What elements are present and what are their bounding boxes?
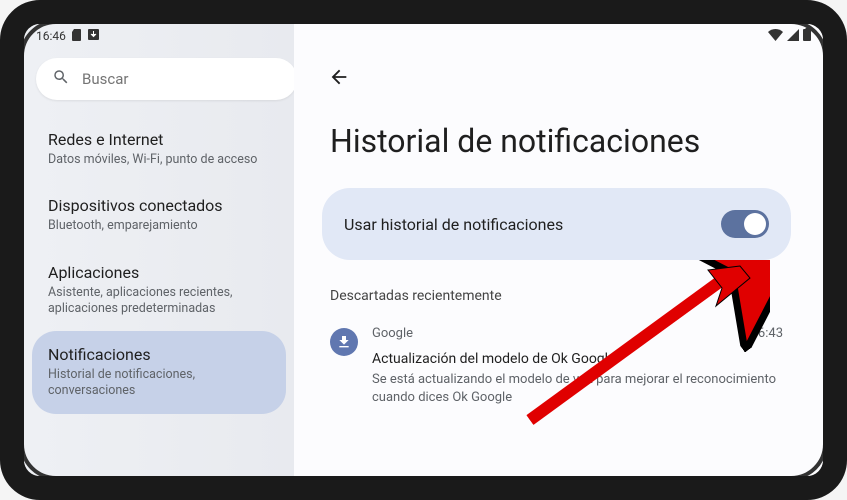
sidebar-item-label: Aplicaciones [48,263,270,282]
sidebar-item-devices[interactable]: Dispositivos conectados Bluetooth, empar… [32,182,286,248]
search-input[interactable] [82,70,281,88]
wifi-icon [768,29,783,44]
history-toggle-switch[interactable] [721,210,769,238]
notification-time: 16:43 [751,326,783,341]
signal-icon [787,29,799,44]
notification-app: Google [372,326,413,341]
sidebar-item-network[interactable]: Redes e Internet Datos móviles, Wi-Fi, p… [32,116,286,182]
sidebar-item-notifications[interactable]: Notificaciones Historial de notificacion… [32,331,286,414]
sidebar-item-sub: Historial de notificaciones, conversacio… [48,367,270,400]
status-bar: 16:46 [24,24,823,48]
battery-icon [803,28,811,44]
search-icon [52,68,70,90]
content-pane: Historial de notificaciones Usar histori… [294,24,823,476]
sidebar-item-sub: Datos móviles, Wi-Fi, punto de acceso [48,152,270,168]
download-icon [330,328,358,356]
sidebar-item-label: Dispositivos conectados [48,196,270,215]
section-header: Descartadas recientemente [330,288,791,304]
sidebar-item-label: Notificaciones [48,345,270,364]
sidebar-item-label: Redes e Internet [48,130,270,149]
settings-sidebar: Redes e Internet Datos móviles, Wi-Fi, p… [24,24,294,476]
switch-knob [744,213,766,235]
arrow-back-icon [328,66,350,88]
sidebar-item-sub: Asistente, aplicaciones recientes, aplic… [48,285,270,318]
back-button[interactable] [322,60,356,98]
sidebar-item-apps[interactable]: Aplicaciones Asistente, aplicaciones rec… [32,249,286,332]
update-icon [88,29,99,43]
toggle-card[interactable]: Usar historial de notificaciones [322,188,791,260]
notification-title: Actualización del modelo de Ok Google [372,351,783,367]
page-title: Historial de notificaciones [330,122,791,160]
sidebar-item-sub: Bluetooth, emparejamiento [48,218,270,234]
search-bar[interactable] [36,58,294,100]
notification-desc: Se está actualizando el modelo de voz pa… [372,371,783,407]
status-time: 16:46 [36,29,66,43]
sd-card-icon [72,29,82,44]
toggle-label: Usar historial de notificaciones [344,215,563,234]
notification-item[interactable]: Google 16:43 Actualización del modelo de… [322,318,791,415]
